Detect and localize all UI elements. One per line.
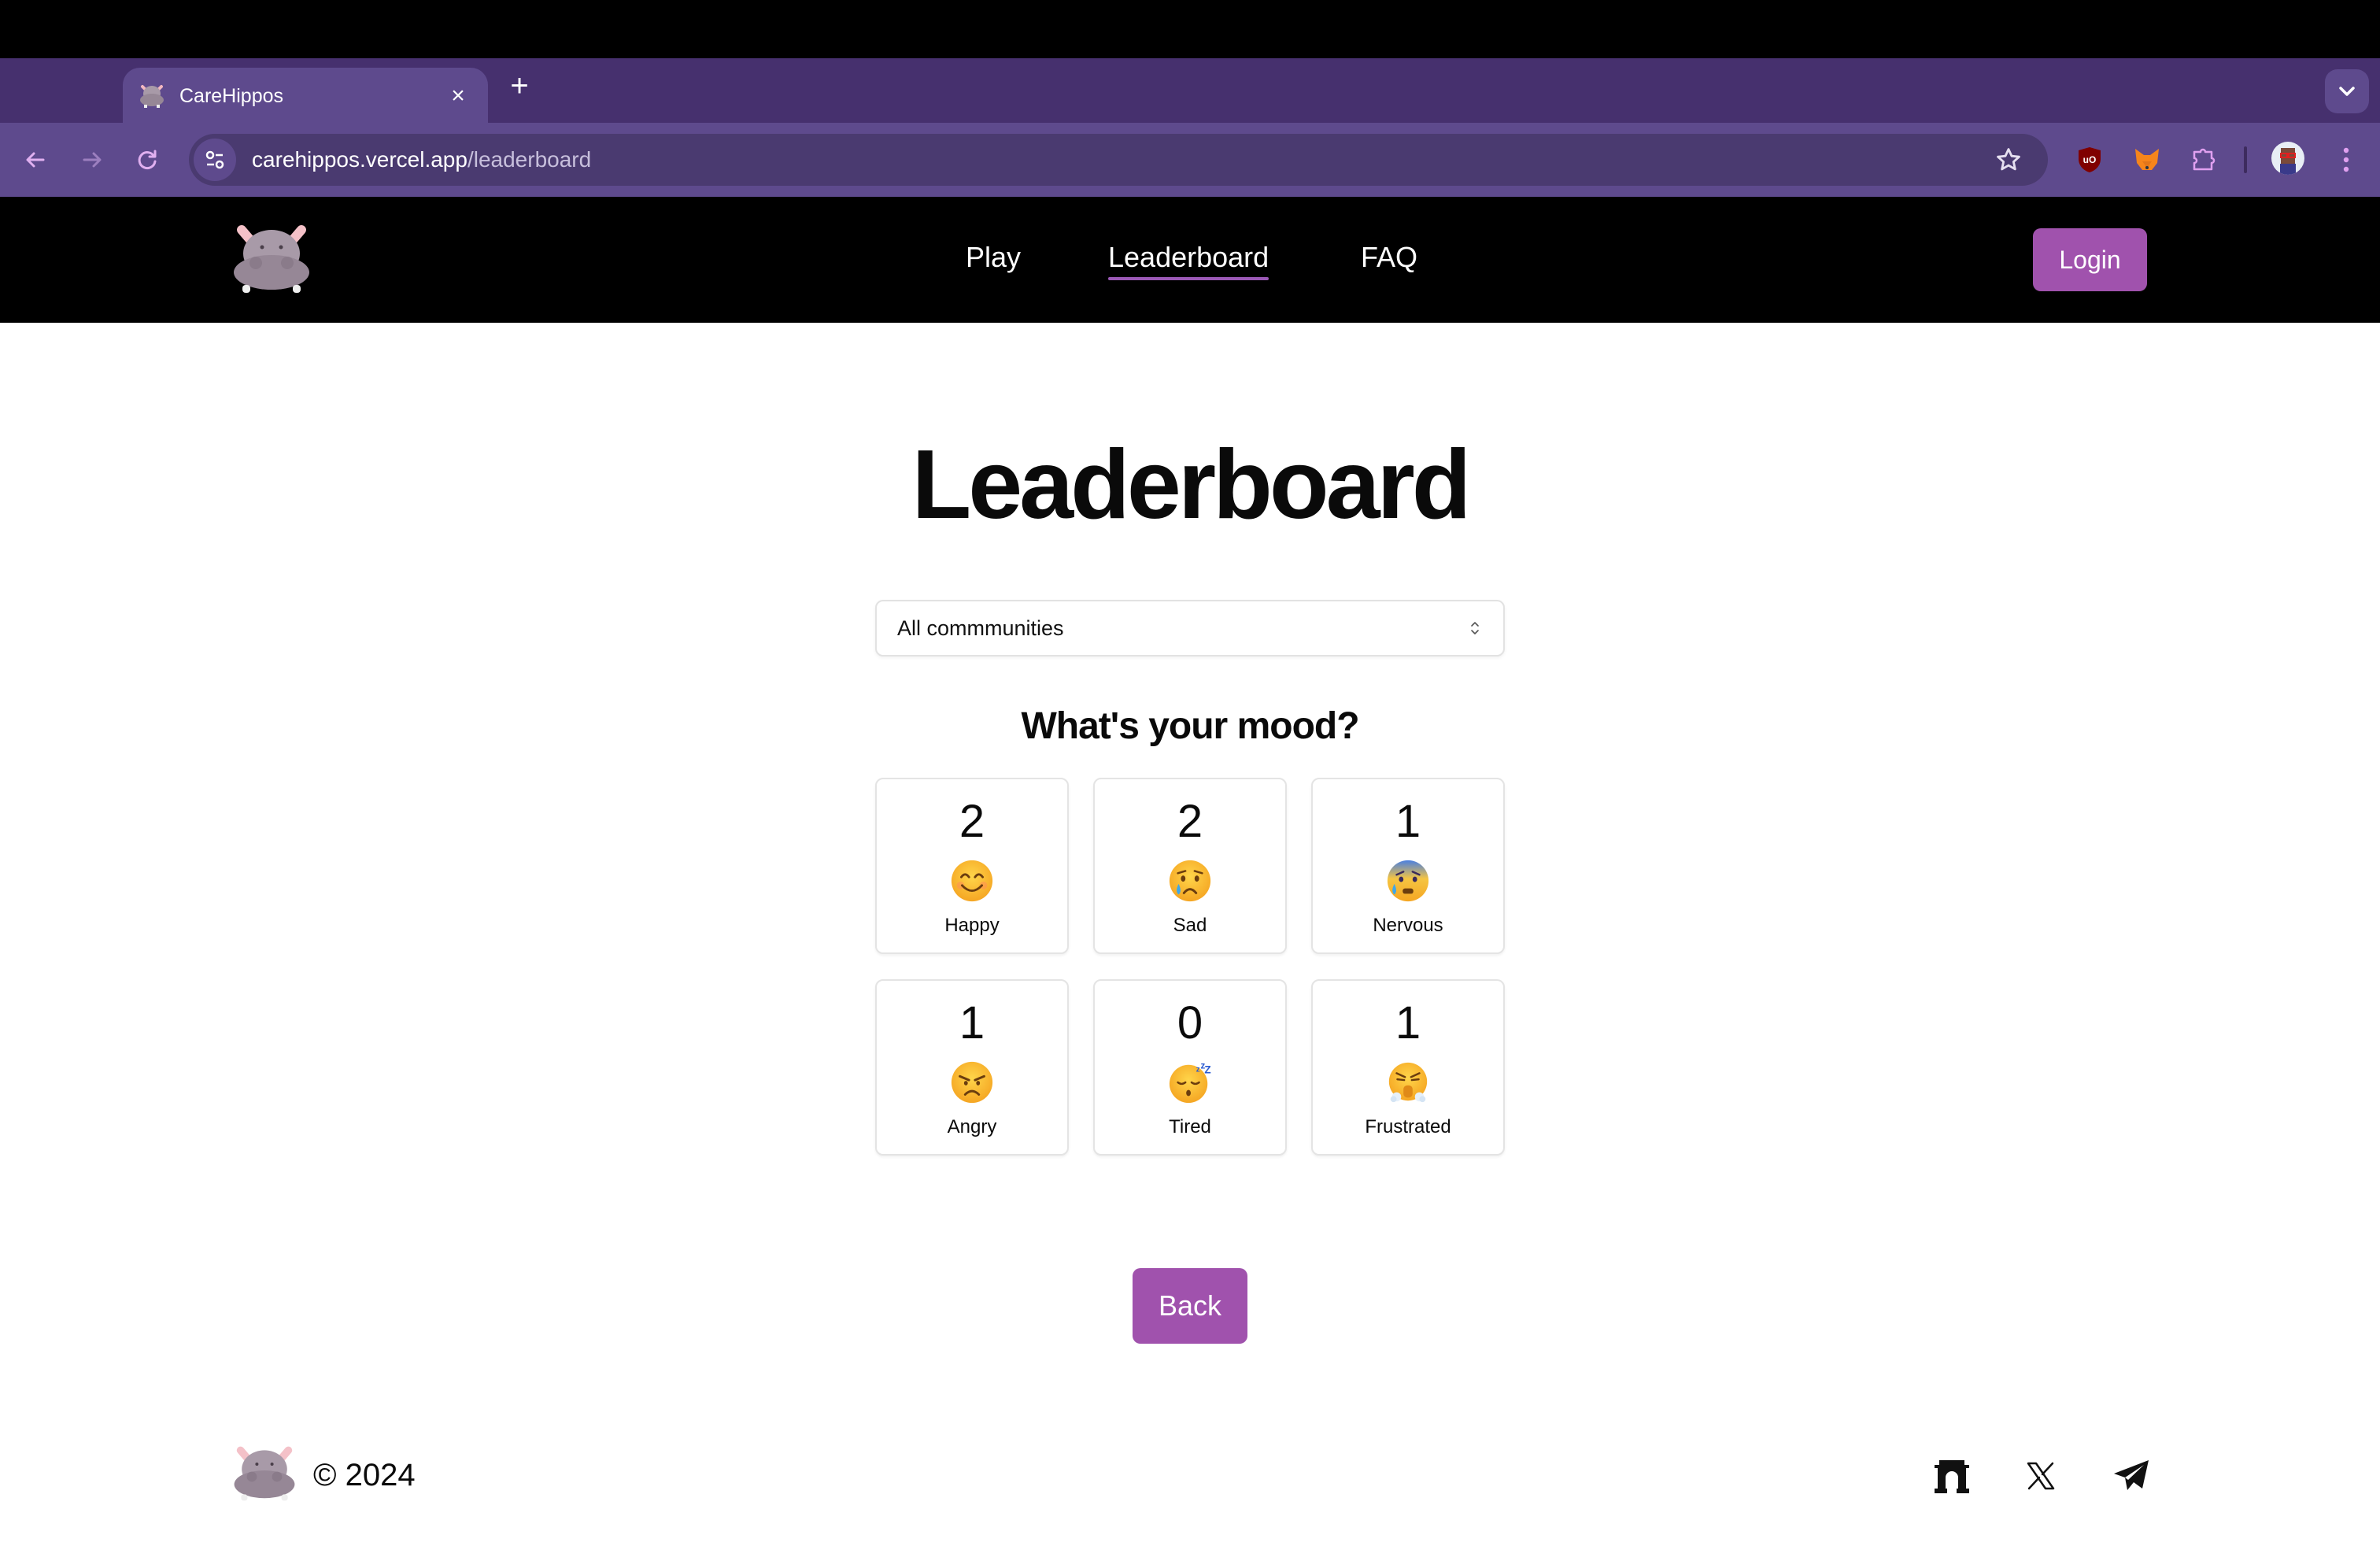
mood-heading: What's your mood?	[1021, 705, 1359, 747]
star-icon	[1997, 148, 2020, 171]
tab-search-button[interactable]	[2325, 69, 2369, 113]
nav-leaderboard[interactable]: Leaderboard	[1108, 241, 1269, 280]
mood-label: Sad	[1173, 915, 1207, 936]
mood-card-nervous[interactable]: 1 Nervous	[1311, 778, 1505, 954]
svg-text:Z: Z	[1204, 1063, 1210, 1075]
arch-link[interactable]	[1930, 1456, 1974, 1496]
angry-face-icon	[951, 1061, 993, 1104]
page-title: Leaderboard	[911, 431, 1471, 539]
browser-menu-button[interactable]	[2326, 140, 2366, 179]
os-menu-bar	[0, 0, 2380, 58]
profile-avatar-icon	[2280, 148, 2296, 175]
svg-text:z: z	[1196, 1065, 1200, 1074]
tab-title: CareHippos	[179, 84, 284, 107]
smiling-face-icon	[951, 860, 993, 902]
profile-avatar[interactable]	[2271, 142, 2304, 175]
reload-button[interactable]	[128, 140, 167, 179]
url-text[interactable]: carehippos.vercel.app/leaderboard	[252, 147, 1985, 172]
mood-card-happy[interactable]: 2 Happy	[875, 778, 1069, 954]
site-header: Play Leaderboard FAQ Login	[0, 197, 2380, 323]
forward-nav-button[interactable]	[72, 140, 112, 179]
crying-face-icon	[1169, 860, 1211, 902]
mood-count: 2	[1177, 796, 1203, 847]
main-nav: Play Leaderboard FAQ	[0, 197, 2380, 323]
extensions-button[interactable]	[2184, 140, 2223, 179]
puzzle-icon	[2193, 148, 2216, 171]
community-select[interactable]: All commmunities	[875, 600, 1505, 656]
mood-label: Angry	[947, 1116, 997, 1137]
back-button[interactable]: Back	[1133, 1268, 1247, 1344]
new-tab-button[interactable]: +	[504, 66, 535, 105]
bookmark-button[interactable]	[1985, 146, 2032, 173]
metamask-extension-button[interactable]	[2127, 140, 2167, 179]
chevron-down-icon	[2339, 87, 2355, 96]
mood-label: Tired	[1169, 1116, 1211, 1137]
telegram-link[interactable]	[2109, 1456, 2153, 1496]
reload-icon	[138, 150, 157, 169]
mood-grid: 2 Happy 2 Sad 1 Nervous 1 Angry 0 z z Z …	[875, 778, 1505, 1156]
url-domain: carehippos.vercel.app	[252, 147, 468, 172]
back-nav-button[interactable]	[16, 140, 55, 179]
tune-icon	[205, 150, 224, 169]
mood-count: 0	[1177, 997, 1203, 1049]
telegram-icon	[2114, 1460, 2149, 1490]
mood-card-frustrated[interactable]: 1 Frustrated	[1311, 979, 1505, 1156]
browser-tab-active[interactable]: CareHippos ×	[123, 68, 488, 124]
nav-play[interactable]: Play	[966, 241, 1021, 274]
chevron-up-down-icon	[1467, 616, 1483, 640]
mood-card-angry[interactable]: 1 Angry	[875, 979, 1069, 1156]
nav-faq[interactable]: FAQ	[1361, 241, 1417, 274]
browser-toolbar: carehippos.vercel.app/leaderboard uO	[0, 123, 2380, 197]
url-path: /leaderboard	[467, 147, 592, 172]
mood-count: 2	[959, 796, 985, 847]
site-info-button[interactable]	[194, 139, 236, 181]
community-select-value: All commmunities	[897, 616, 1064, 640]
mood-card-sad[interactable]: 2 Sad	[1093, 778, 1287, 954]
toolbar-divider	[2244, 146, 2247, 173]
arch-icon	[1935, 1460, 1969, 1493]
mood-count: 1	[959, 997, 985, 1049]
mood-card-tired[interactable]: 0 z z Z Tired	[1093, 979, 1287, 1156]
x-link[interactable]	[2019, 1456, 2063, 1496]
hippo-favicon-icon	[140, 85, 164, 108]
tab-strip: CareHippos × +	[0, 58, 2380, 124]
mood-count: 1	[1395, 796, 1421, 847]
mood-label: Nervous	[1373, 915, 1443, 936]
mood-label: Happy	[944, 915, 1000, 936]
ublock-extension-button[interactable]: uO	[2070, 140, 2109, 179]
metamask-fox-icon	[2135, 149, 2159, 170]
mood-label: Frustrated	[1365, 1116, 1451, 1137]
anxious-sweat-face-icon	[1387, 860, 1429, 902]
kebab-menu-icon	[2343, 147, 2349, 172]
x-icon	[2027, 1462, 2055, 1490]
svg-text:uO: uO	[2083, 154, 2097, 165]
login-button[interactable]: Login	[2033, 228, 2147, 291]
copyright-text: © 2024	[313, 1458, 416, 1492]
mood-count: 1	[1395, 997, 1421, 1049]
steam-nose-face-icon	[1388, 1062, 1428, 1103]
address-bar[interactable]: carehippos.vercel.app/leaderboard	[189, 134, 2048, 186]
carehippos-footer-logo-icon	[234, 1446, 295, 1501]
arrow-left-icon	[26, 152, 45, 168]
sleeping-face-icon: z z Z	[1169, 1061, 1211, 1104]
tab-close-button[interactable]: ×	[444, 83, 472, 109]
ublock-shield-icon: uO	[2079, 147, 2101, 172]
arrow-right-icon	[83, 152, 102, 168]
